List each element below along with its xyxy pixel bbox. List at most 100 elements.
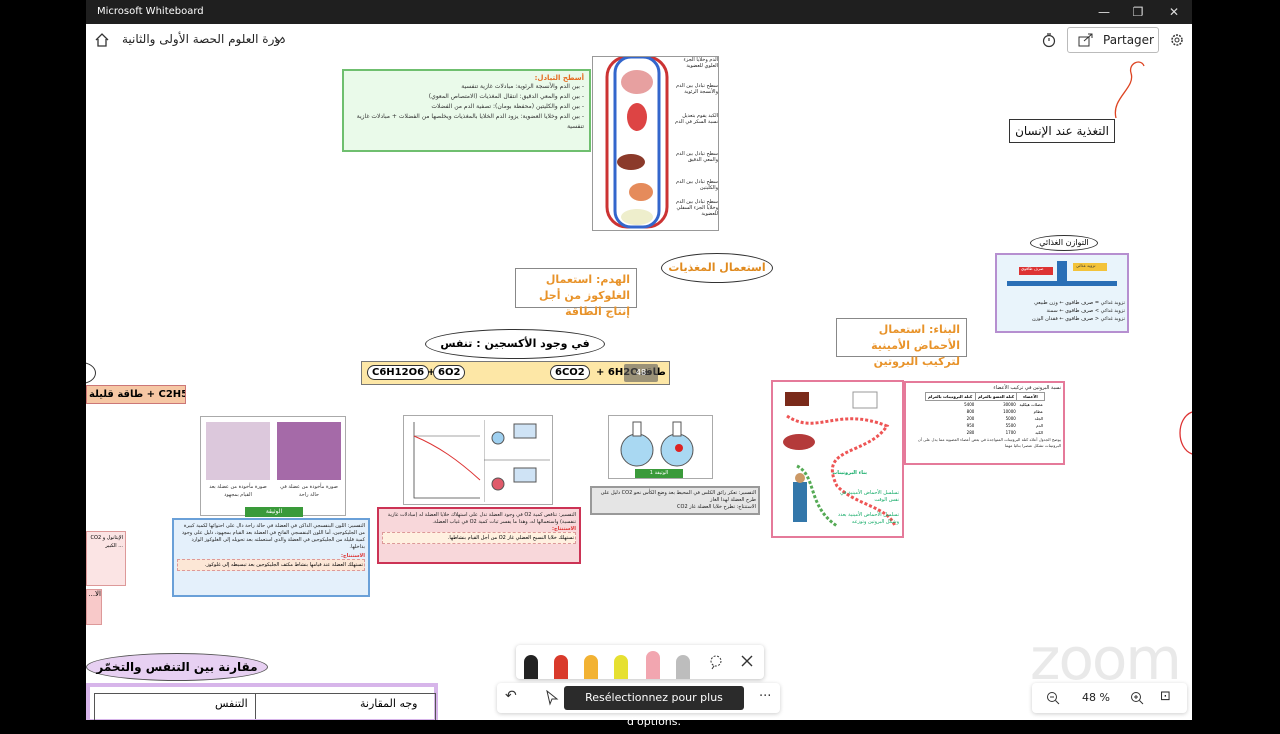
balance-illustration xyxy=(1007,261,1117,286)
muscle-images-doc[interactable]: صورة مأخوذة من عضلة بعد القيام بمجهود صو… xyxy=(200,416,346,517)
table-header: كتلة البروتينات بالغرام xyxy=(924,392,976,401)
table-row: الكبد 1700 280 xyxy=(925,429,1044,436)
whiteboard-canvas[interactable]: أسطح التبادل: - بين الدم والأنسجة الرئوي… xyxy=(86,56,1192,720)
experiment-setup xyxy=(484,420,550,502)
exchange-surfaces-note[interactable]: أسطح التبادل: - بين الدم والأنسجة الرئوي… xyxy=(342,69,591,152)
table-note: يوضح الجدول أعلاه كتلة البروتينات المتوا… xyxy=(917,437,1061,448)
close-icon[interactable] xyxy=(740,654,754,668)
oxygen-graph-doc[interactable] xyxy=(403,415,553,505)
table-cell: 10000 xyxy=(1003,409,1016,414)
flask-experiment-doc[interactable]: الوثيقة 1 xyxy=(608,415,713,479)
left-note-fragment[interactable]: الإيثانول و CO2 ... الكبير xyxy=(86,531,126,586)
catabolism-note[interactable]: الهدم: استعمال الغلوكوز من أجل إنتاج الط… xyxy=(515,268,637,318)
fit-to-screen-button[interactable]: ⊡ xyxy=(1160,689,1171,704)
muscle-caption: صورة مأخوذة من عضلة بعد القيام بمجهود xyxy=(209,484,267,498)
table-row: عظام 10000 800 xyxy=(925,408,1044,415)
co2-explanation[interactable]: التفسير: تعكر رائق الكلس في المحيط بعد و… xyxy=(590,486,760,515)
undo-button[interactable]: ↶ xyxy=(505,688,517,704)
close-button[interactable]: ✕ xyxy=(1156,0,1192,24)
balance-line: تزويد غذائي > صرف طاقوي ← سمنة xyxy=(1046,308,1125,314)
comparison-title[interactable]: مقارنة بين التنفس والتخمّر xyxy=(86,653,268,681)
pen-tool[interactable] xyxy=(554,655,568,679)
protein-label: بناء البروتينات xyxy=(832,470,867,476)
circulation-diagram[interactable]: الدم وخلايا الجزء العلوي للعضوية سطح تبا… xyxy=(592,56,719,231)
table-cell: 280 xyxy=(966,430,975,435)
gear-icon[interactable] xyxy=(1169,32,1185,48)
muscle-image-rest xyxy=(277,422,341,480)
table-row: عضلات هيكلية 30000 5400 xyxy=(925,401,1044,409)
board-title[interactable]: دورة العلوم الحصة الأولى والثانية xyxy=(122,32,286,46)
table-cell: 950 xyxy=(966,423,975,428)
pen-tool[interactable] xyxy=(524,655,538,679)
select-icon[interactable] xyxy=(545,690,559,706)
maximize-button[interactable]: ❐ xyxy=(1120,0,1156,24)
table-cell: الدم xyxy=(1036,423,1043,428)
conclusion-text: الاستنتاج: تطرح خلايا العضلة غاز CO2 xyxy=(677,504,756,510)
table-header: التنفس xyxy=(215,697,248,710)
equation-term: 6CO2 xyxy=(550,365,590,380)
table-row: الدم 5500 950 xyxy=(925,422,1044,429)
table-header: وجه المقارنة xyxy=(360,697,418,710)
ruler-tool[interactable] xyxy=(676,655,690,679)
equation-term: C6H12O6 xyxy=(367,365,430,380)
table-cell: الجلد xyxy=(1034,416,1043,421)
left-ellipse-fragment[interactable] xyxy=(86,362,96,384)
ink-toolbar xyxy=(516,645,764,679)
home-icon[interactable] xyxy=(94,32,110,48)
nutrition-title[interactable]: التغذية عند الإنسان xyxy=(1009,119,1115,143)
timer-icon[interactable] xyxy=(1041,32,1057,48)
table-cell: 800 xyxy=(966,409,975,414)
food-balance-doc[interactable]: صرف طاقوي تزويد غذائي تزويد غذائي = صرف … xyxy=(995,253,1129,333)
circulation-illustration xyxy=(605,57,669,229)
highlighter-tool[interactable] xyxy=(584,655,598,679)
muscle-caption: صورة مأخوذة من عضلة في حالة راحة xyxy=(280,484,338,498)
explanation-text: التفسير: تعكر رائق الكلس في المحيط بعد و… xyxy=(600,490,756,503)
use-nutrients-label[interactable]: استعمال المغذيات xyxy=(661,253,773,283)
aerobic-respiration-title[interactable]: في وجود الأكسجين : تنفس خلوي xyxy=(425,329,605,378)
highlighter-tool[interactable] xyxy=(614,655,628,679)
energy-expense-tag: صرف طاقوي xyxy=(1021,266,1044,271)
exchange-heading: أسطح التبادل: xyxy=(534,74,584,82)
table-header: الأعضاء xyxy=(1016,392,1045,401)
exchange-line: - بين الدم والمعي الدقيق: انتقال المغذيا… xyxy=(428,93,584,100)
table-cell: 5000 xyxy=(1005,416,1016,421)
table-cell: عضلات هيكلية xyxy=(1019,402,1043,407)
protein-synthesis-doc[interactable]: بناء البروتينات تسلسل الأحماض الأمينية ف… xyxy=(771,380,904,538)
oxygen-explanation[interactable]: التفسير: تناقص كمية O2 في وجود العضلة تد… xyxy=(377,507,581,564)
respiration-equation[interactable]: C6H12O6 + 6O2 6CO2 + 6H2O + طاقة 48 xyxy=(361,361,670,385)
anabolism-note[interactable]: البناء: استعمال الأحماض الأمينية لتركيب … xyxy=(836,318,967,368)
table-cell: 30000 xyxy=(1003,402,1016,407)
diagram-label: سطح تبادل بين الدم والمعي الدقيق xyxy=(676,151,718,163)
share-button[interactable]: Partager xyxy=(1067,27,1159,53)
table-cell: 200 xyxy=(966,416,975,421)
table-row: الجلد 5000 200 xyxy=(925,415,1044,422)
presence-badge: 48 xyxy=(624,364,658,382)
protein-label: تسلسل الأحماض الأمينية بعدد وشكل البروتي… xyxy=(837,512,899,525)
more-options-button[interactable]: ··· xyxy=(759,689,771,704)
oxygen-graph xyxy=(413,422,481,499)
zoom-level[interactable]: 48 % xyxy=(1082,691,1110,704)
minimize-button[interactable]: — xyxy=(1086,0,1122,24)
food-intake-tag: تزويد غذائي xyxy=(1076,263,1096,268)
diagram-label: سطح تبادل بين الدم والكليتين xyxy=(676,179,718,191)
left-note-fragment[interactable]: الا... xyxy=(86,589,102,625)
balance-line: تزويد غذائي < صرف طاقوي ← فقدان الوزن xyxy=(1031,316,1125,322)
zoom-out-icon[interactable] xyxy=(1046,691,1060,705)
diagram-label: سطح تبادل بين الدم والأنسجة الرئوية xyxy=(676,83,718,95)
eraser-tool[interactable] xyxy=(646,651,660,679)
diagram-label: الكبد يقوم بتعديل نسبة السكر في الدم xyxy=(675,113,718,125)
muscle-explanation[interactable]: التفسير: اللون البنفسجي الداكن في العضلة… xyxy=(172,518,370,597)
app-bar: دورة العلوم الحصة الأولى والثانية Partag… xyxy=(86,24,1192,57)
chevron-down-icon[interactable] xyxy=(274,36,284,44)
lasso-icon[interactable] xyxy=(708,654,724,670)
window-title: Microsoft Whiteboard xyxy=(97,6,204,17)
diagram-label: الدم وخلايا الجزء العلوي للعضوية xyxy=(683,57,718,69)
explanation-text: التفسير: تناقص كمية O2 في وجود العضلة تد… xyxy=(387,512,576,525)
protein-table-doc[interactable]: نسبة البروتين في تركيب الأعضاء الأعضاء ك… xyxy=(904,381,1065,465)
zoom-in-icon[interactable] xyxy=(1130,691,1144,705)
window-titlebar: Microsoft Whiteboard — ❐ ✕ xyxy=(86,0,1192,24)
fermentation-energy-note[interactable]: طاقة قليلة + C2H5OH xyxy=(86,385,186,404)
shape-fragment[interactable] xyxy=(1172,408,1192,458)
balance-title: التوازن الغذائي xyxy=(1030,235,1098,251)
comparison-table[interactable]: وجه المقارنة التنفس xyxy=(86,683,438,720)
